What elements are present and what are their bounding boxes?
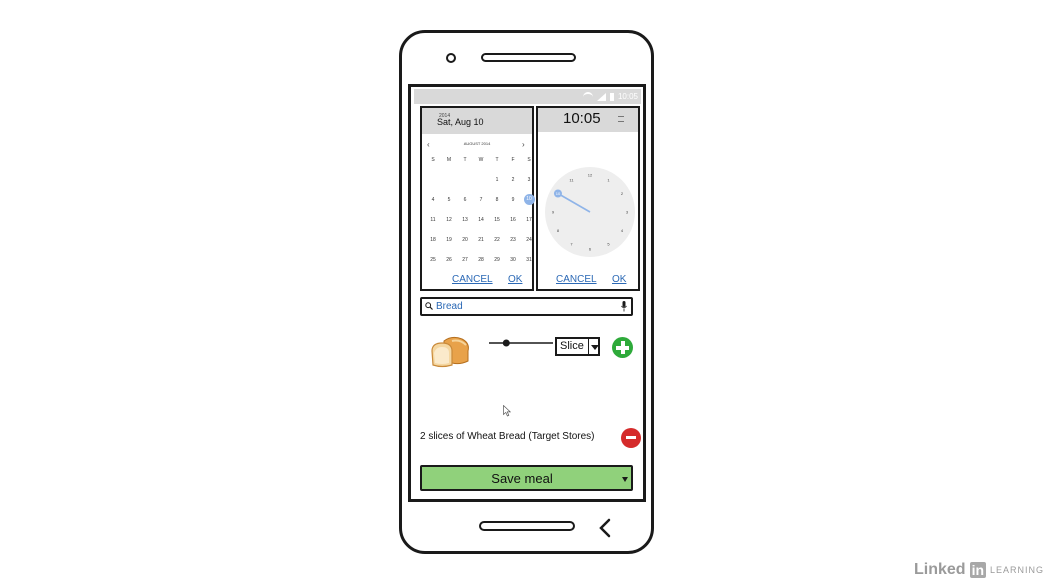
speaker-grille xyxy=(481,53,576,62)
food-search-input[interactable]: Bread xyxy=(420,297,633,316)
am-pm-icon[interactable] xyxy=(618,116,624,122)
calendar-day[interactable]: 26 xyxy=(441,254,457,266)
date-picker-header: 2014 Sat, Aug 10 xyxy=(422,108,532,134)
calendar-day[interactable]: 17 xyxy=(521,214,537,226)
calendar-day[interactable]: 14 xyxy=(473,214,489,226)
time-cancel-button[interactable]: CANCEL xyxy=(556,274,597,285)
weekday-label: T xyxy=(463,157,467,163)
calendar-day[interactable]: 9 xyxy=(505,194,521,206)
clock-face[interactable]: 121234567891011 xyxy=(544,166,636,258)
save-meal-button[interactable]: Save meal xyxy=(420,465,633,491)
time-picker: 10:05 12 1 2 3 4 5 6 7 8 9 10 11 CANCEL OK xyxy=(536,106,640,291)
save-meal-label: Save meal xyxy=(491,471,553,486)
calendar-day[interactable]: 1 xyxy=(489,174,505,186)
battery-icon xyxy=(609,92,614,101)
calendar-day xyxy=(425,174,441,186)
calendar-day[interactable]: 12 xyxy=(441,214,457,226)
weekday-label: M xyxy=(446,157,452,163)
calendar-day[interactable]: 20 xyxy=(457,234,473,246)
chevron-down-icon[interactable] xyxy=(587,339,600,354)
unit-select[interactable]: Slice xyxy=(555,337,600,356)
calendar-day[interactable]: 3 xyxy=(521,174,537,186)
calendar-day[interactable]: 10 xyxy=(521,194,537,206)
add-food-button[interactable] xyxy=(612,337,633,358)
time-picker-time[interactable]: 10:05 xyxy=(563,110,601,127)
weekday-label: F xyxy=(511,157,515,163)
calendar-day[interactable]: 25 xyxy=(425,254,441,266)
weekday-label: W xyxy=(478,157,484,163)
calendar-day[interactable]: 30 xyxy=(505,254,521,266)
caret-down-icon[interactable] xyxy=(622,477,628,482)
home-button[interactable] xyxy=(479,521,575,531)
calendar-day[interactable]: 16 xyxy=(505,214,521,226)
slider-thumb[interactable] xyxy=(502,339,510,347)
clock-hour[interactable]: 10 xyxy=(556,191,561,196)
calendar-day[interactable]: 4 xyxy=(425,194,441,206)
time-picker-header: 10:05 xyxy=(538,108,638,132)
search-icon xyxy=(425,302,433,310)
chevron-right-icon[interactable]: › xyxy=(522,140,525,149)
calendar-day[interactable]: 7 xyxy=(473,194,489,206)
calendar-day[interactable]: 8 xyxy=(489,194,505,206)
calendar-day[interactable]: 24 xyxy=(521,234,537,246)
weekday-label: T xyxy=(495,157,499,163)
search-value: Bread xyxy=(436,301,463,312)
calendar-day[interactable]: 29 xyxy=(489,254,505,266)
weekday-label: S xyxy=(527,157,531,163)
signal-icon xyxy=(596,92,606,101)
calendar-day[interactable]: 13 xyxy=(457,214,473,226)
clock-hour[interactable]: 12 xyxy=(588,173,593,178)
logo-suffix: LEARNING xyxy=(990,565,1045,575)
date-cancel-button[interactable]: CANCEL xyxy=(452,274,493,285)
status-time: 10:05 xyxy=(617,92,638,101)
calendar-day[interactable]: 2 xyxy=(505,174,521,186)
linkedin-learning-logo: Linked in LEARNING xyxy=(914,561,1044,579)
logo-brand: Linked xyxy=(914,561,966,578)
microphone-icon[interactable] xyxy=(621,301,627,312)
calendar-day[interactable]: 31 xyxy=(521,254,537,266)
remove-entry-button[interactable] xyxy=(621,428,641,448)
calendar-day[interactable]: 15 xyxy=(489,214,505,226)
back-icon[interactable] xyxy=(597,518,613,538)
calendar-day[interactable]: 19 xyxy=(441,234,457,246)
meal-entry-item: 2 slices of Wheat Bread (Target Stores) xyxy=(420,431,595,442)
calendar-day[interactable]: 23 xyxy=(505,234,521,246)
quantity-slider[interactable] xyxy=(489,337,553,349)
calendar-day[interactable]: 18 xyxy=(425,234,441,246)
calendar-day[interactable]: 22 xyxy=(489,234,505,246)
logo-in: in xyxy=(969,562,987,578)
chevron-left-icon[interactable]: ‹ xyxy=(427,140,430,149)
selected-day[interactable]: 10 xyxy=(523,194,535,205)
month-navigation: AUGUST 2014 ‹ › xyxy=(422,140,532,149)
calendar-grid: S M T W T F S 1 2 3 4 5 6 7 8 9 10 11 12 13 14 15 16 17 18 19 20 21… xyxy=(425,154,535,266)
weekday-label: S xyxy=(431,157,435,163)
mouse-cursor-icon xyxy=(503,405,511,417)
wifi-icon xyxy=(582,92,593,101)
calendar-day xyxy=(441,174,457,186)
date-picker: 2014 Sat, Aug 10 AUGUST 2014 ‹ › SMTWTFS… xyxy=(420,106,535,291)
camera-icon xyxy=(446,53,456,63)
date-ok-button[interactable]: OK xyxy=(508,274,522,285)
calendar-day[interactable]: 27 xyxy=(457,254,473,266)
calendar-day[interactable]: 28 xyxy=(473,254,489,266)
calendar-day xyxy=(457,174,473,186)
calendar-day[interactable]: 5 xyxy=(441,194,457,206)
unit-select-value: Slice xyxy=(560,340,584,352)
date-picker-date[interactable]: Sat, Aug 10 xyxy=(437,117,484,127)
month-label: AUGUST 2014 xyxy=(463,141,491,146)
status-bar: 10:05 xyxy=(414,89,641,104)
calendar-day[interactable]: 6 xyxy=(457,194,473,206)
calendar-day xyxy=(473,174,489,186)
calendar-day[interactable]: 21 xyxy=(473,234,489,246)
time-ok-button[interactable]: OK xyxy=(612,274,626,285)
bread-icon xyxy=(431,336,469,368)
calendar-day[interactable]: 11 xyxy=(425,214,441,226)
